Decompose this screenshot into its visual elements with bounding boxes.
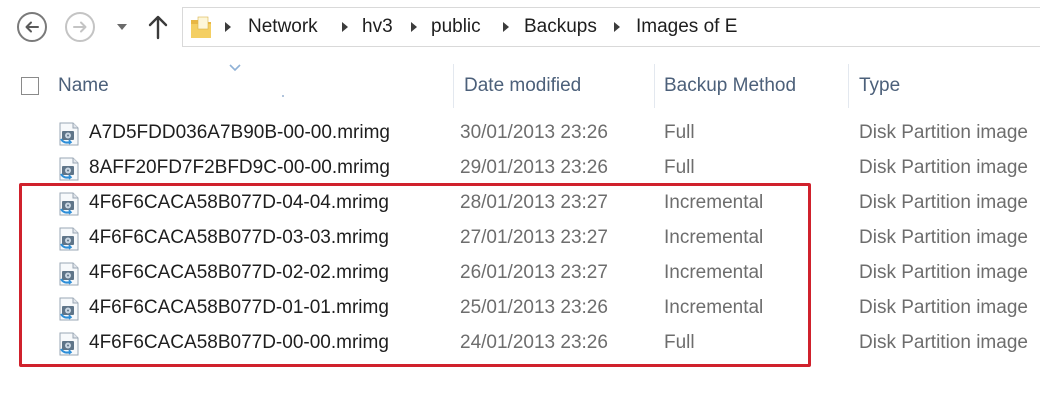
file-backup-method: Incremental — [664, 262, 764, 283]
file-type: Disk Partition image — [859, 122, 1028, 143]
breadcrumb-separator-icon[interactable] — [614, 22, 620, 32]
back-button[interactable] — [17, 12, 47, 42]
file-type: Disk Partition image — [859, 297, 1028, 318]
column-date-modified[interactable]: Date modified — [464, 74, 581, 98]
file-name: 4F6F6CACA58B077D-01-01.mrimg — [89, 297, 389, 318]
disk-image-file-icon — [59, 192, 79, 216]
file-date-modified: 30/01/2013 23:26 — [460, 122, 608, 143]
file-explorer-window: Network hv3 public Backups Images of E N… — [0, 0, 1040, 404]
file-type: Disk Partition image — [859, 332, 1028, 353]
disk-image-file-icon — [59, 262, 79, 286]
file-row[interactable]: 4F6F6CACA58B077D-02-02.mrimg 26/01/2013 … — [0, 256, 1040, 291]
file-date-modified: 27/01/2013 23:27 — [460, 227, 608, 248]
breadcrumb-public[interactable]: public — [431, 15, 481, 39]
select-all-checkbox[interactable] — [21, 77, 39, 95]
file-backup-method: Incremental — [664, 227, 764, 248]
disk-image-file-icon — [59, 157, 79, 181]
file-name: 4F6F6CACA58B077D-04-04.mrimg — [89, 192, 389, 213]
disk-image-file-icon — [59, 297, 79, 321]
file-row[interactable]: 4F6F6CACA58B077D-01-01.mrimg 25/01/2013 … — [0, 291, 1040, 326]
breadcrumb-separator-icon[interactable] — [411, 22, 417, 32]
header-dot — [282, 95, 284, 97]
folder-icon — [191, 16, 211, 38]
up-arrow-icon[interactable] — [147, 14, 169, 40]
column-header: Name Date modified Backup Method Type — [0, 64, 1040, 108]
column-backup-method[interactable]: Backup Method — [664, 74, 796, 98]
file-row[interactable]: 4F6F6CACA58B077D-04-04.mrimg 28/01/2013 … — [0, 186, 1040, 221]
file-backup-method: Full — [664, 157, 695, 178]
file-name: 4F6F6CACA58B077D-03-03.mrimg — [89, 227, 389, 248]
column-divider[interactable] — [654, 64, 655, 108]
forward-button[interactable] — [65, 12, 95, 42]
breadcrumb-network[interactable]: Network — [248, 15, 318, 39]
file-name: 4F6F6CACA58B077D-02-02.mrimg — [89, 262, 389, 283]
file-list: A7D5FDD036A7B90B-00-00.mrimg 30/01/2013 … — [0, 116, 1040, 361]
file-date-modified: 25/01/2013 23:26 — [460, 297, 608, 318]
column-divider[interactable] — [453, 64, 454, 108]
file-date-modified: 24/01/2013 23:26 — [460, 332, 608, 353]
forward-arrow-icon — [73, 21, 87, 33]
file-type: Disk Partition image — [859, 192, 1028, 213]
breadcrumb-images-of-e[interactable]: Images of E — [636, 15, 737, 39]
column-name[interactable]: Name — [58, 74, 109, 98]
navigation-bar: Network hv3 public Backups Images of E — [0, 0, 1040, 56]
column-type[interactable]: Type — [859, 74, 900, 98]
breadcrumb-separator-icon[interactable] — [225, 22, 231, 32]
file-type: Disk Partition image — [859, 157, 1028, 178]
file-date-modified: 29/01/2013 23:26 — [460, 157, 608, 178]
file-backup-method: Full — [664, 122, 695, 143]
file-name: 4F6F6CACA58B077D-00-00.mrimg — [89, 332, 389, 353]
column-divider[interactable] — [848, 64, 849, 108]
address-bar[interactable]: Network hv3 public Backups Images of E — [182, 7, 1040, 47]
disk-image-file-icon — [59, 227, 79, 251]
chevron-down-icon[interactable] — [115, 20, 129, 34]
file-type: Disk Partition image — [859, 262, 1028, 283]
file-name: A7D5FDD036A7B90B-00-00.mrimg — [89, 122, 390, 143]
file-name: 8AFF20FD7F2BFD9C-00-00.mrimg — [89, 157, 390, 178]
file-backup-method: Full — [664, 332, 695, 353]
disk-image-file-icon — [59, 122, 79, 146]
file-row[interactable]: 4F6F6CACA58B077D-03-03.mrimg 27/01/2013 … — [0, 221, 1040, 256]
file-backup-method: Incremental — [664, 297, 764, 318]
disk-image-file-icon — [59, 332, 79, 356]
file-row[interactable]: 4F6F6CACA58B077D-00-00.mrimg 24/01/2013 … — [0, 326, 1040, 361]
file-row[interactable]: 8AFF20FD7F2BFD9C-00-00.mrimg 29/01/2013 … — [0, 151, 1040, 186]
breadcrumb-backups[interactable]: Backups — [524, 15, 597, 39]
back-arrow-icon — [25, 21, 39, 33]
file-date-modified: 26/01/2013 23:27 — [460, 262, 608, 283]
breadcrumb-separator-icon[interactable] — [503, 22, 509, 32]
file-backup-method: Incremental — [664, 192, 764, 213]
breadcrumb-hv3[interactable]: hv3 — [362, 15, 393, 39]
file-date-modified: 28/01/2013 23:27 — [460, 192, 608, 213]
breadcrumb-separator-icon[interactable] — [342, 22, 348, 32]
file-type: Disk Partition image — [859, 227, 1028, 248]
file-row[interactable]: A7D5FDD036A7B90B-00-00.mrimg 30/01/2013 … — [0, 116, 1040, 151]
sort-indicator-icon — [229, 64, 241, 72]
